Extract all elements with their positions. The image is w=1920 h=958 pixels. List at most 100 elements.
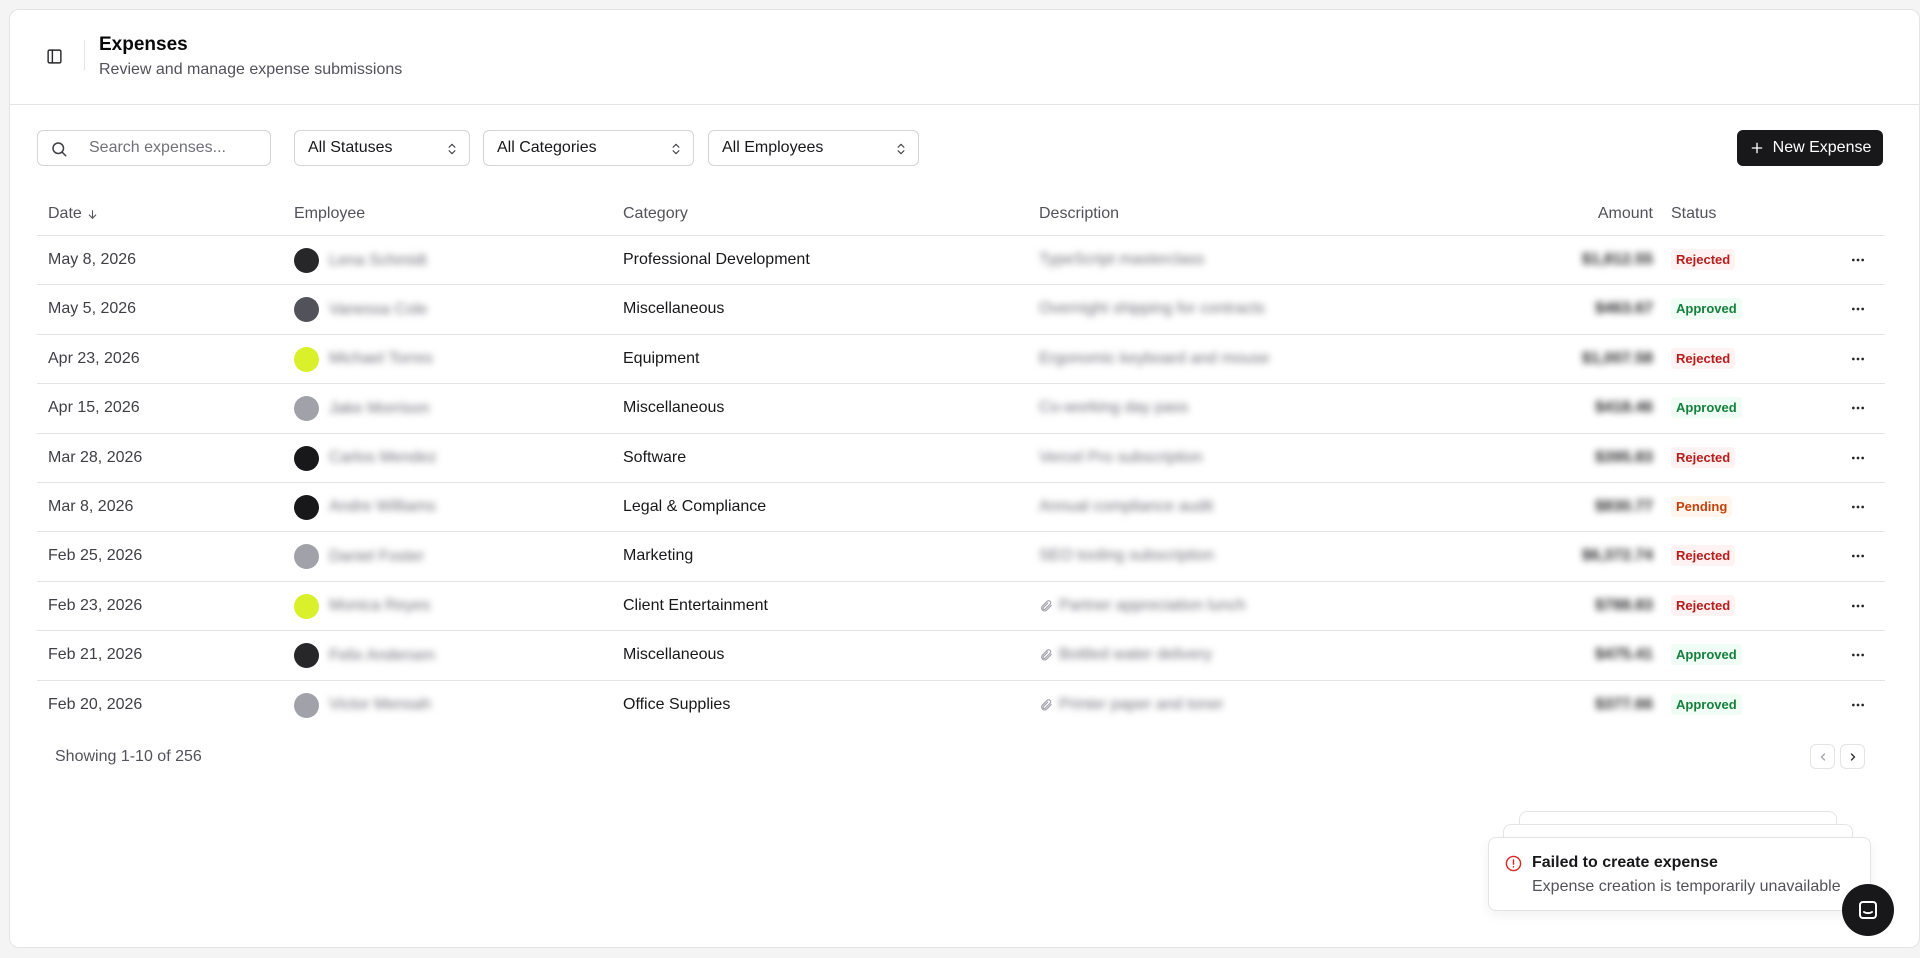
- cell-amount: $418.46: [1595, 399, 1653, 417]
- cell-description: Annual compliance audit: [1039, 498, 1213, 516]
- column-header-status: Status: [1671, 205, 1717, 222]
- category-filter-select[interactable]: All Categories: [483, 130, 694, 166]
- row-actions-button[interactable]: [1847, 694, 1869, 716]
- row-actions-button[interactable]: [1847, 644, 1869, 666]
- cell-status: Approved: [1671, 397, 1742, 419]
- employee-name: Vanessa Cole: [329, 300, 428, 318]
- row-actions-button[interactable]: [1847, 397, 1869, 419]
- cell-status: Approved: [1671, 693, 1742, 715]
- table-row[interactable]: Apr 15, 2026 Jake Morrison Miscellaneous Co…: [37, 384, 1885, 434]
- description-text: Printer paper and toner: [1059, 695, 1224, 713]
- header-divider: [84, 40, 85, 70]
- chevrons-up-down-icon: [672, 143, 680, 155]
- plus-icon: [1751, 142, 1762, 154]
- search-input[interactable]: [89, 139, 259, 157]
- table-row[interactable]: Feb 20, 2026 Victor Mensah Office Supplies…: [37, 681, 1885, 730]
- column-header-amount: Amount: [1597, 205, 1653, 222]
- chat-icon: [1859, 901, 1877, 919]
- table-row[interactable]: Feb 21, 2026 Felix Andersen Miscellaneous B…: [37, 631, 1885, 681]
- status-badge: Approved: [1671, 644, 1742, 666]
- status-filter-select[interactable]: All Statuses: [294, 130, 470, 166]
- column-header-category: Category: [623, 205, 688, 222]
- table-row[interactable]: Mar 8, 2026 Andre Williams Legal & Complia…: [37, 483, 1885, 533]
- cell-category: Office Supplies: [623, 695, 731, 713]
- sidebar-toggle-button[interactable]: [44, 46, 64, 66]
- avatar: [294, 396, 319, 422]
- description-text: SEO tooling subscription: [1039, 547, 1215, 565]
- description-text: Overnight shipping for contracts: [1039, 300, 1265, 318]
- status-badge: Rejected: [1671, 446, 1736, 468]
- table-body: May 8, 2026 Lena Schmidt Professional Deve…: [37, 236, 1885, 730]
- arrow-down-icon: [88, 209, 97, 219]
- employee-name: Victor Mensah: [329, 696, 431, 714]
- employee-name: Andre Williams: [329, 498, 436, 516]
- more-horizontal-icon: [1852, 653, 1864, 657]
- row-actions-button[interactable]: [1847, 249, 1869, 271]
- more-horizontal-icon: [1852, 357, 1864, 361]
- cell-employee: Carlos Mendez: [294, 445, 437, 471]
- cell-description: Partner appreciation lunch: [1039, 597, 1246, 615]
- more-horizontal-icon: [1852, 308, 1864, 311]
- cell-status: Rejected: [1671, 594, 1736, 616]
- avatar: [294, 692, 319, 718]
- chat-launcher-button[interactable]: [1842, 884, 1894, 936]
- next-page-button[interactable]: [1840, 744, 1865, 769]
- description-text: Partner appreciation lunch: [1059, 596, 1246, 614]
- cell-employee: Victor Mensah: [294, 692, 431, 718]
- paperclip-icon: [1041, 698, 1052, 711]
- cell-date: Feb 20, 2026: [48, 695, 143, 713]
- previous-page-button[interactable]: [1810, 744, 1835, 769]
- row-actions-button[interactable]: [1847, 496, 1869, 518]
- new-expense-button[interactable]: New Expense: [1737, 130, 1883, 166]
- row-actions-button[interactable]: [1847, 595, 1869, 617]
- avatar: [294, 494, 319, 520]
- status-badge: Approved: [1671, 397, 1742, 419]
- employee-filter-select[interactable]: All Employees: [708, 130, 919, 166]
- cell-date: Apr 15, 2026: [48, 399, 140, 417]
- cell-date: Feb 25, 2026: [48, 547, 143, 565]
- status-badge: Rejected: [1671, 594, 1736, 616]
- employee-name: Jake Morrison: [329, 399, 430, 417]
- cell-date: Mar 28, 2026: [48, 448, 143, 466]
- row-actions-button[interactable]: [1847, 298, 1869, 320]
- status-badge: Rejected: [1671, 347, 1736, 369]
- page-title: Expenses: [99, 34, 188, 55]
- table-row[interactable]: Feb 25, 2026 Daniel Foster Marketing SEO to…: [37, 532, 1885, 582]
- row-actions-button[interactable]: [1847, 545, 1869, 567]
- table-row[interactable]: Mar 28, 2026 Carlos Mendez Software Vercel …: [37, 434, 1885, 483]
- more-horizontal-icon: [1852, 703, 1864, 706]
- toast-title: Failed to create expense: [1532, 854, 1718, 871]
- paperclip-icon: [1041, 599, 1052, 612]
- cell-amount: $6,372.74: [1581, 547, 1653, 565]
- description-text: Ergonomic keyboard and mouse: [1039, 349, 1270, 367]
- cell-amount: $1,812.55: [1581, 251, 1653, 268]
- chevron-right-icon: [1850, 752, 1855, 761]
- cell-date: Feb 21, 2026: [48, 646, 143, 664]
- search-icon: [52, 142, 67, 157]
- more-horizontal-icon: [1852, 258, 1864, 262]
- column-header-date[interactable]: Date: [48, 205, 99, 223]
- cell-amount: $830.77: [1595, 497, 1653, 515]
- cell-date: Feb 23, 2026: [48, 596, 143, 614]
- error-toast[interactable]: Failed to create expense Expense creatio…: [1488, 837, 1871, 911]
- description-text: Annual compliance audit: [1039, 497, 1214, 515]
- more-horizontal-icon: [1852, 505, 1864, 509]
- app-frame: Expenses Review and manage expense submi…: [9, 9, 1920, 948]
- cell-employee: Jake Morrison: [294, 396, 430, 422]
- cell-category: Professional Development: [623, 251, 810, 268]
- paperclip-icon: [1041, 649, 1052, 661]
- avatar: [294, 643, 319, 669]
- table-row[interactable]: Feb 23, 2026 Monica Reyes Client Entertain…: [37, 582, 1885, 632]
- new-expense-label: New Expense: [1772, 139, 1872, 156]
- pagination-summary: Showing 1-10 of 256: [55, 748, 202, 765]
- cell-employee: Daniel Foster: [294, 544, 424, 570]
- cell-amount: $463.67: [1595, 300, 1653, 318]
- table-row[interactable]: Apr 23, 2026 Michael Torres Equipment Ergon…: [37, 335, 1885, 385]
- table-row[interactable]: May 5, 2026 Vanessa Cole Miscellaneous Over…: [37, 285, 1885, 335]
- row-actions-button[interactable]: [1847, 447, 1869, 469]
- row-actions-button[interactable]: [1847, 348, 1869, 370]
- column-header-employee: Employee: [294, 205, 366, 222]
- toast-description: Expense creation is temporarily unavaila…: [1532, 878, 1841, 895]
- table-row[interactable]: May 8, 2026 Lena Schmidt Professional Deve…: [37, 236, 1885, 286]
- status-badge: Approved: [1671, 693, 1742, 715]
